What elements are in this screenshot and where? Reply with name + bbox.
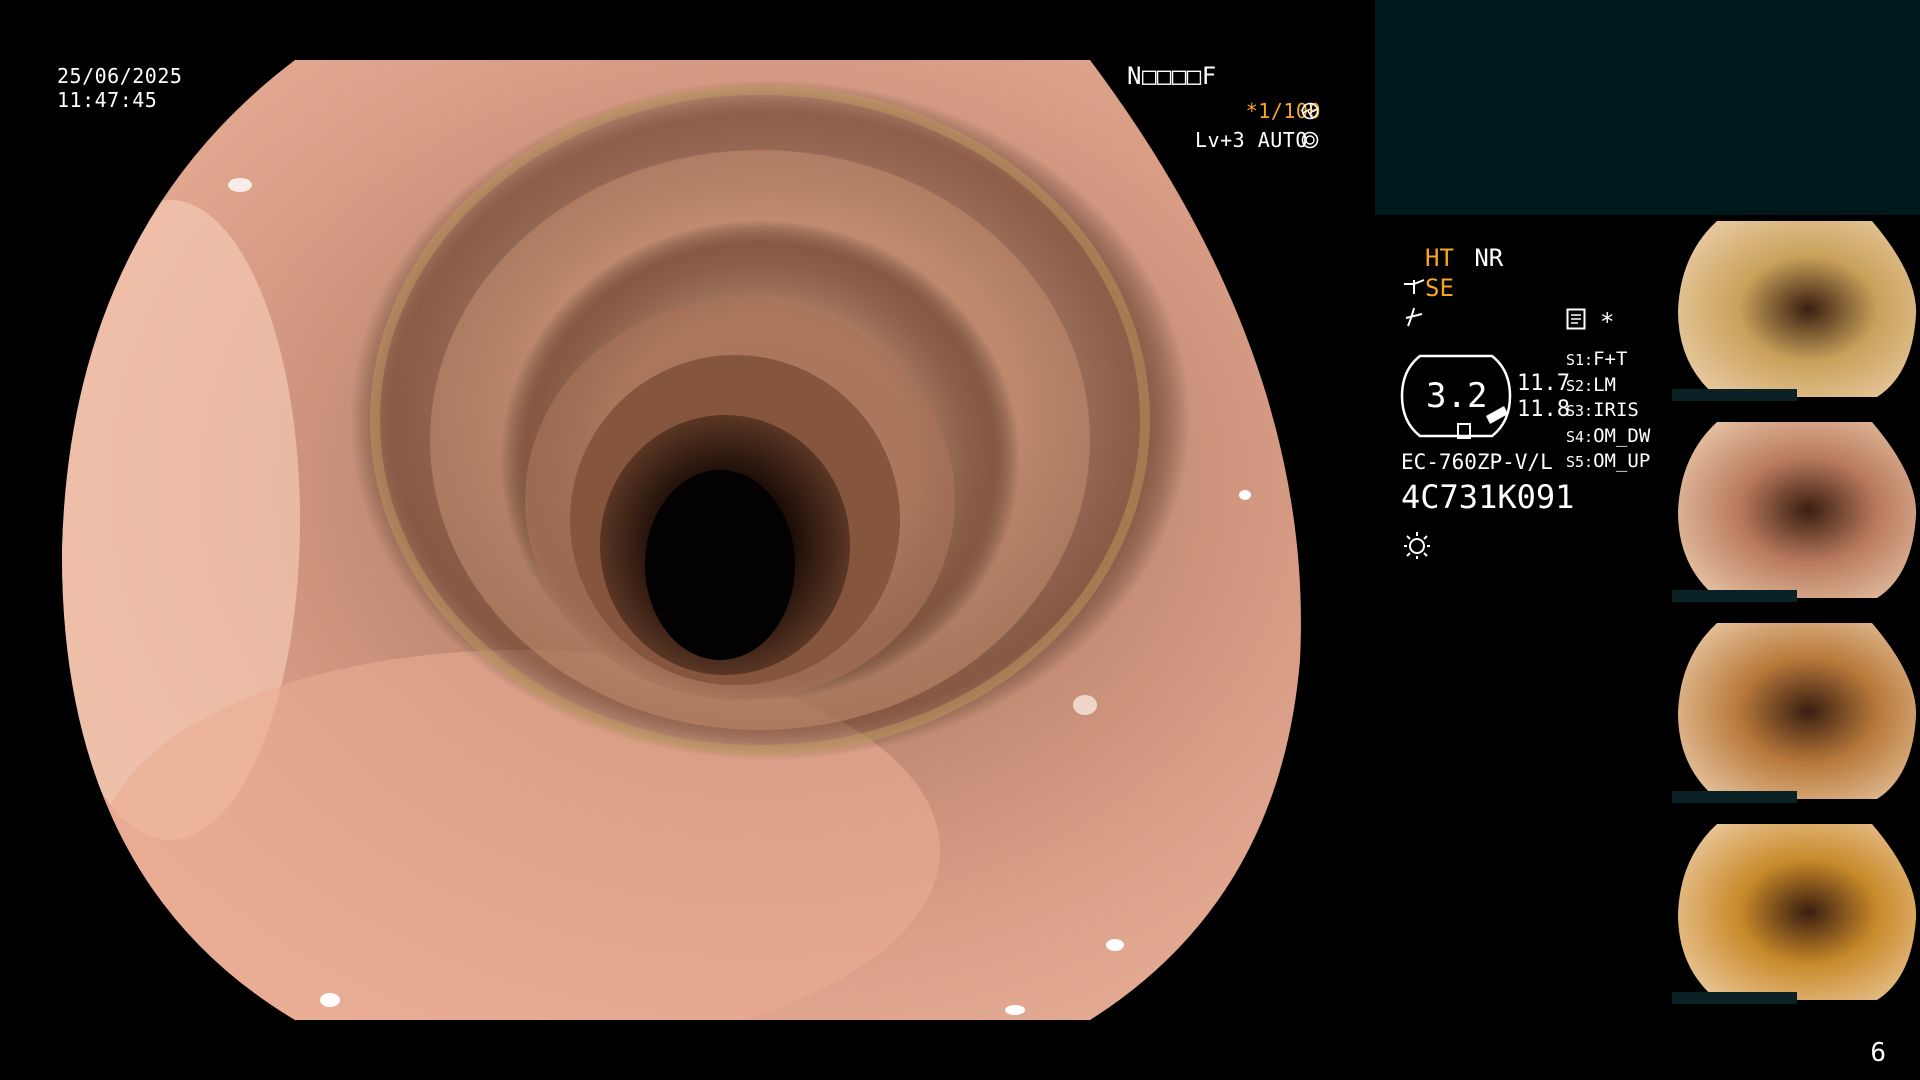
preset-slot: S2:: [1566, 376, 1594, 395]
scope-model: EC-760ZP-V/L: [1401, 450, 1553, 474]
thumbnail-1[interactable]: [1672, 215, 1920, 403]
preset-value: OM_UP: [1593, 450, 1651, 472]
preset-row: S1:F+T: [1566, 348, 1627, 371]
memo-icon: [1566, 308, 1586, 334]
freeze-icon: [1404, 306, 1424, 332]
preset-slot: S1:: [1566, 351, 1594, 369]
preset-row: S3:IRIS: [1566, 399, 1639, 422]
preset-value: OM_DW: [1593, 424, 1651, 447]
preset-row: S5:OM_UP: [1566, 450, 1650, 473]
light-icon: [1402, 530, 1432, 564]
preset-value: F+T: [1593, 348, 1628, 370]
page-number: 6: [1870, 1038, 1886, 1068]
preset-value: LM: [1593, 373, 1616, 396]
date-label: 25/06/2025: [57, 64, 183, 88]
aperture-icon: [1301, 102, 1319, 124]
nr-label: NR: [1474, 244, 1504, 272]
endoscopic-image: [0, 0, 1375, 1080]
ht-label: HT: [1425, 244, 1454, 272]
preset-slot: S3:: [1566, 402, 1594, 420]
scope-serial: 4C731K091: [1401, 478, 1575, 516]
preset-slot: S5:: [1566, 453, 1594, 471]
value-bottom: 11.8: [1517, 397, 1570, 422]
preset-row: S4:OM_DW: [1566, 425, 1650, 448]
thumbnail-4[interactable]: [1672, 818, 1920, 1006]
asterisk-label: *: [1600, 308, 1615, 336]
preset-value: IRIS: [1593, 399, 1639, 421]
time-label: 11:47:45: [57, 88, 158, 112]
image-panel: [1375, 0, 1920, 215]
thumbnail-3[interactable]: [1672, 617, 1920, 805]
ht-nr-row: HT NR: [1425, 244, 1503, 272]
value-top: 11.7: [1517, 371, 1570, 396]
se-label: SE: [1425, 274, 1454, 302]
structure-enhance-icon: [1402, 278, 1426, 302]
level-label: Lv+3 AUTO: [1195, 128, 1308, 152]
gauge-value: 3.2: [1426, 376, 1488, 416]
preset-row: S2:LM: [1566, 374, 1616, 397]
thumbnail-2[interactable]: [1672, 416, 1920, 604]
auto-iris-icon: [1301, 131, 1319, 153]
preset-slot: S4:: [1566, 427, 1594, 446]
patient-code: N□□□□F: [1127, 62, 1217, 90]
